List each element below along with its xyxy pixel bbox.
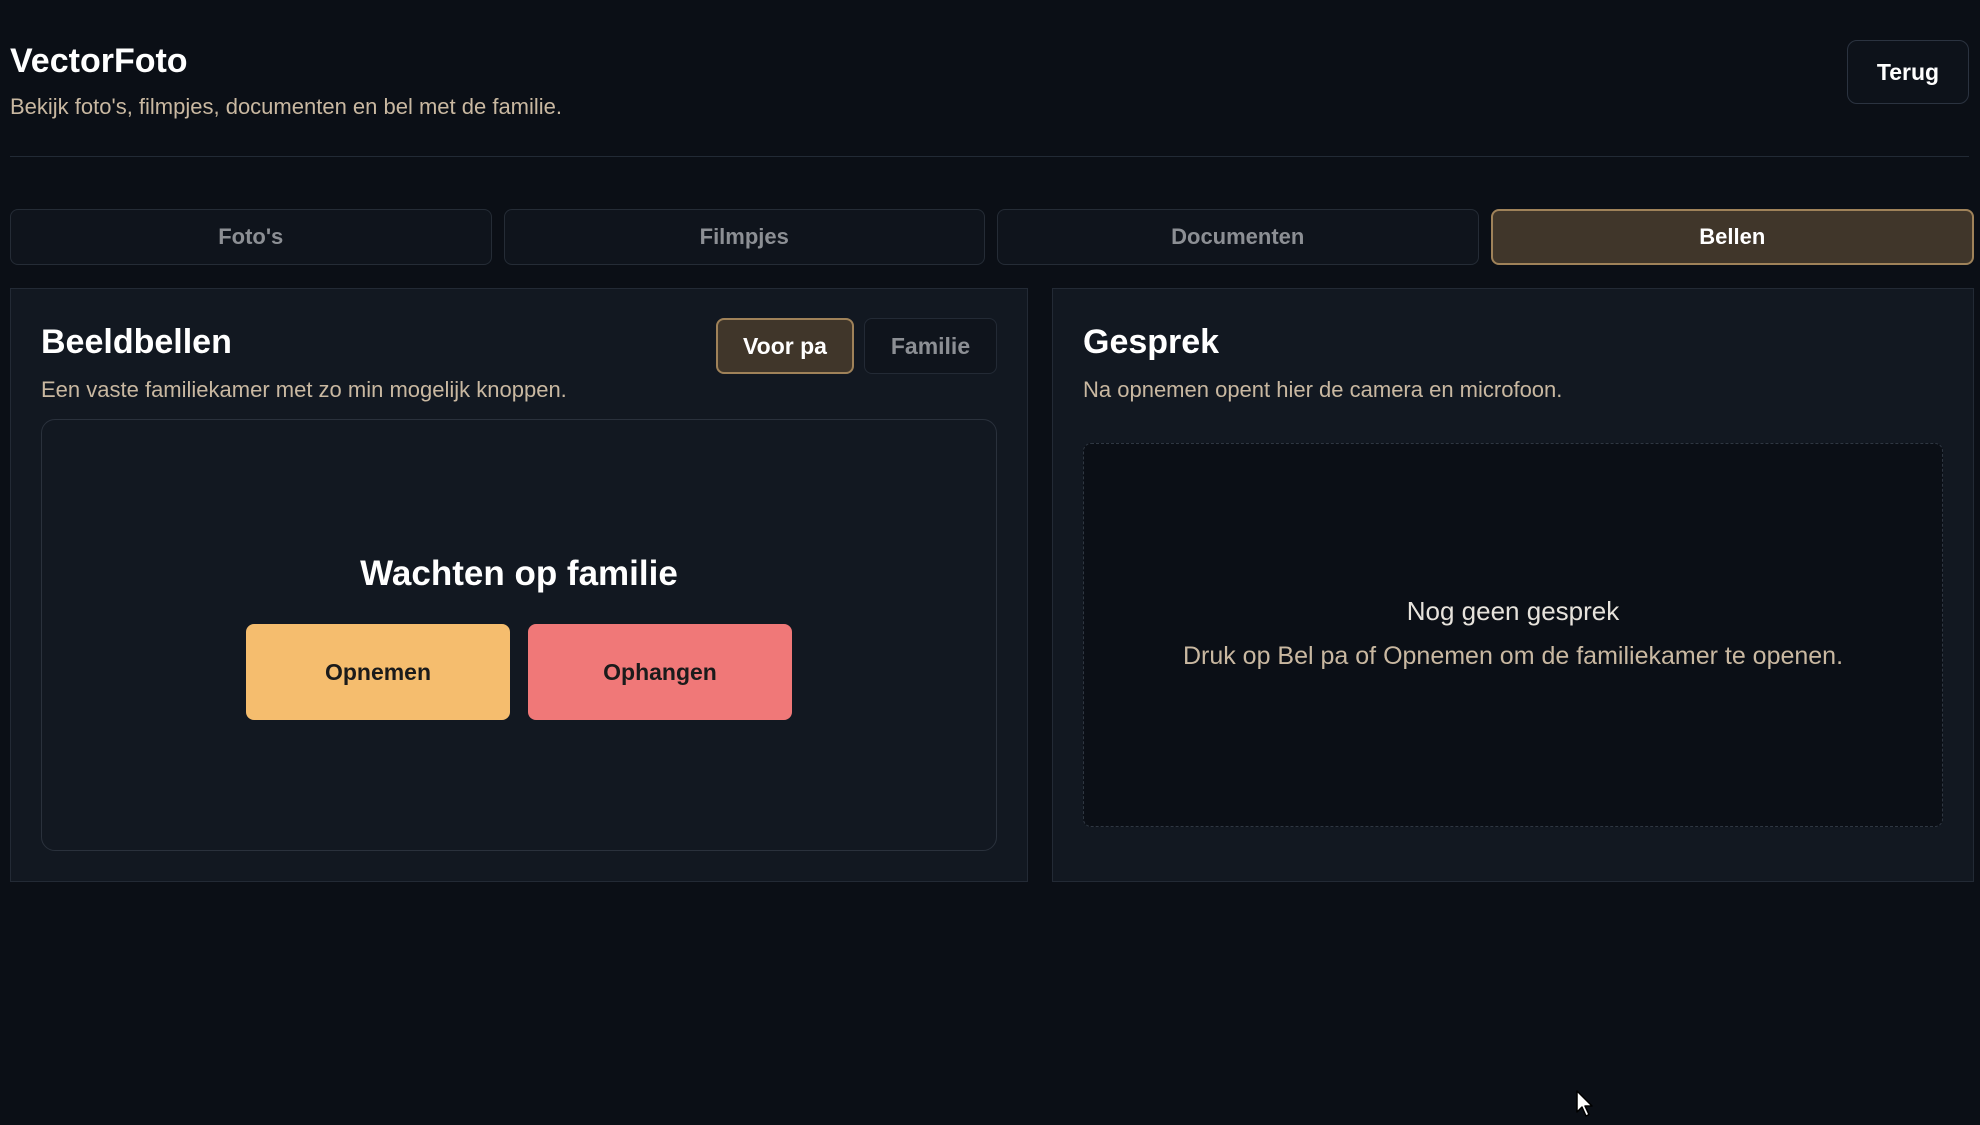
tab-calling[interactable]: Bellen: [1490, 209, 1974, 265]
incoming-call-box: Wachten op familie Opnemen Ophangen: [41, 419, 997, 851]
mouse-pointer-icon: [1576, 1090, 1593, 1117]
video-call-panel: Beeldbellen Een vaste familiekamer met z…: [10, 288, 1028, 882]
mode-voor-pa-button[interactable]: Voor pa: [716, 318, 854, 374]
video-call-description: Een vaste familiekamer met zo min mogeli…: [41, 377, 567, 402]
tab-bar: Foto's Filmpjes Documenten Bellen: [10, 209, 1974, 265]
back-button[interactable]: Terug: [1847, 40, 1969, 104]
answer-button[interactable]: Opnemen: [246, 624, 510, 720]
video-area: Nog geen gesprek Druk op Bel pa of Opnem…: [1083, 443, 1943, 827]
video-call-title: Beeldbellen: [41, 323, 232, 361]
tab-photos[interactable]: Foto's: [10, 209, 492, 265]
call-status: Wachten op familie: [360, 554, 678, 593]
tab-documents[interactable]: Documenten: [997, 209, 1479, 265]
mode-familie-button[interactable]: Familie: [864, 318, 997, 374]
call-actions: Opnemen Ophangen: [42, 624, 996, 720]
app-header: VectorFoto Bekijk foto's, filmpjes, docu…: [10, 38, 1969, 157]
conversation-description: Na opnemen opent hier de camera en micro…: [1083, 377, 1563, 402]
conversation-title: Gesprek: [1083, 323, 1220, 361]
app-subtitle: Bekijk foto's, filmpjes, documenten en b…: [10, 94, 563, 119]
conversation-panel: Gesprek Na opnemen opent hier de camera …: [1052, 288, 1974, 882]
empty-call-hint: Druk op Bel pa of Opnemen om de familiek…: [1182, 642, 1844, 670]
empty-call-title: Nog geen gesprek: [1406, 596, 1620, 626]
app-title: VectorFoto: [10, 42, 188, 80]
call-mode-toggle: Voor pa Familie: [716, 318, 997, 374]
hangup-button[interactable]: Ophangen: [528, 624, 792, 720]
app-page: VectorFoto Bekijk foto's, filmpjes, docu…: [0, 0, 1980, 1125]
tab-videos[interactable]: Filmpjes: [503, 209, 985, 265]
